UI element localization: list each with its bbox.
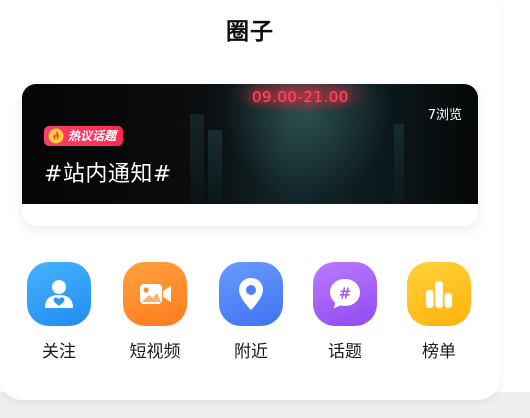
banner-topic-title: #站内通知# bbox=[44, 162, 172, 187]
shortcut-grid: 关注 短视频 附近 # 话题 榜单 bbox=[0, 262, 500, 372]
hot-topic-card[interactable]: 09.00-21.00 7浏览 热议话题 #站内通知# bbox=[22, 84, 478, 226]
shortcut-topics[interactable]: # 话题 bbox=[300, 262, 390, 362]
banner-corridor-wall bbox=[208, 130, 222, 204]
page-title: 圈子 bbox=[226, 19, 274, 45]
shortcut-short-video[interactable]: 短视频 bbox=[110, 262, 200, 362]
svg-text:#: # bbox=[339, 285, 352, 303]
shortcut-follow-label: 关注 bbox=[42, 342, 76, 362]
banner-image[interactable]: 09.00-21.00 7浏览 热议话题 #站内通知# bbox=[22, 84, 478, 204]
ranking-bars-icon[interactable] bbox=[407, 262, 471, 326]
content-sheet: 圈子 09.00-21.00 7浏览 热议话题 #站内通知# 关注 短视频 附近… bbox=[0, 0, 500, 400]
location-pin-icon[interactable] bbox=[219, 262, 283, 326]
flame-icon bbox=[48, 128, 64, 144]
shortcut-topics-label: 话题 bbox=[328, 342, 362, 362]
follow-user-icon[interactable] bbox=[27, 262, 91, 326]
shortcut-ranking[interactable]: 榜单 bbox=[394, 262, 484, 362]
hot-topic-badge-label: 热议话题 bbox=[68, 129, 117, 143]
banner-corridor-wall bbox=[190, 114, 204, 204]
hot-topic-badge: 热议话题 bbox=[44, 126, 124, 146]
hashtag-chat-icon[interactable]: # bbox=[313, 262, 377, 326]
short-video-icon[interactable] bbox=[123, 262, 187, 326]
banner-corridor-wall bbox=[394, 124, 404, 204]
view-count: 7浏览 bbox=[427, 108, 462, 123]
shortcut-short-video-label: 短视频 bbox=[129, 342, 181, 362]
shortcut-nearby-label: 附近 bbox=[234, 342, 268, 362]
shortcut-follow[interactable]: 关注 bbox=[14, 262, 104, 362]
shortcut-ranking-label: 榜单 bbox=[422, 342, 456, 362]
shortcut-nearby[interactable]: 附近 bbox=[206, 262, 296, 362]
banner-neon-sign: 09.00-21.00 bbox=[252, 88, 349, 106]
